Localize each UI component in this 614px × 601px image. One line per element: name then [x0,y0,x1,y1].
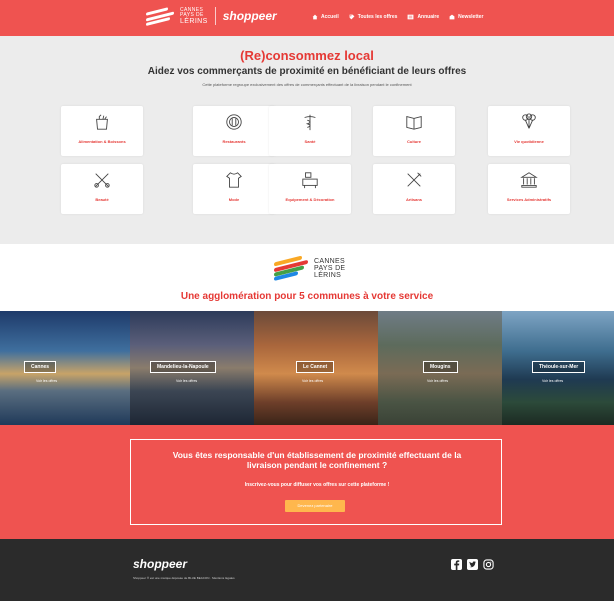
category-vie-quotidienne[interactable]: Vie quotidienne [488,106,570,156]
category-artisans[interactable]: Artisans [373,164,455,214]
town-le-cannet[interactable]: Le Cannet Voir les offres [254,311,378,425]
footer: shoppeer Shoppeer ® est une marque dépos… [0,539,614,601]
town-mougins[interactable]: Mougins Voir les offres [378,311,502,425]
tshirt-icon [226,172,242,188]
page: CANNES PAYS DE LÉRINS shoppeer Accueil T… [0,0,614,601]
cta-subtitle: Inscrivez-vous pour diffuser vos offres … [244,482,390,488]
main-nav: Accueil Toutes les offres Annuaire Newsl… [312,14,483,20]
nav-annuaire-label: Annuaire [417,14,440,20]
town-button[interactable]: Le Cannet [296,361,335,373]
brand-line3: LÉRINS [180,17,208,25]
category-label: Vie quotidienne [514,139,544,144]
town-link[interactable]: Voir les offres [176,379,197,383]
caduceus-icon [304,114,316,131]
agglo-title: Une agglomération pour 5 communes à votr… [180,291,434,302]
agglo-logo-text: CANNES PAYS DE LÉRINS [314,258,345,279]
category-label: Services Administratifs [506,197,552,202]
nav-accueil[interactable]: Accueil [312,14,339,20]
twitter-icon[interactable] [467,559,478,570]
directory-icon [408,14,414,20]
town-button[interactable]: Théoule-sur-Mer [532,361,586,373]
tools-icon [407,172,422,187]
government-building-icon [520,172,538,188]
agglo-logo-line1: CANNES [314,257,345,265]
footer-logo[interactable]: shoppeer [133,557,187,571]
town-mandelieu[interactable]: Mandelieu-la-Napoule Voir les offres [130,311,254,425]
agglo-logo-line3: LÉRINS [314,271,342,279]
town-link[interactable]: Voir les offres [427,379,448,383]
cta-title-line1: Vous êtes responsable d'un établissement… [172,450,462,460]
category-equipement[interactable]: Equipement & Décoration [269,164,351,214]
instagram-icon[interactable] [483,559,494,570]
top-header: CANNES PAYS DE LÉRINS shoppeer Accueil T… [0,0,614,36]
envelope-icon [449,14,455,20]
category-label: Culture [407,139,421,144]
hero-section: (Re)consommez local Aidez vos commerçant… [0,36,614,244]
furniture-icon [302,172,318,189]
hero-description: Cette plateforme regroupe exclusivement … [202,82,412,87]
category-sante[interactable]: Santé [269,106,351,156]
category-restaurants[interactable]: Restaurants [193,106,275,156]
category-alimentation[interactable]: Alimentation & Boissons [61,106,143,156]
town-button[interactable]: Mougins [423,361,458,373]
town-link[interactable]: Voir les offres [302,379,323,383]
town-cannes[interactable]: Cannes Voir les offres [0,311,130,425]
social-links [451,559,494,570]
category-culture[interactable]: Culture [373,106,455,156]
nav-offres[interactable]: Toutes les offres [349,14,398,20]
town-theoule[interactable]: Théoule-sur-Mer Voir les offres [502,311,614,425]
category-mode[interactable]: Mode [193,164,275,214]
nav-accueil-label: Accueil [321,14,339,20]
town-link[interactable]: Voir les offres [542,379,563,383]
scissors-comb-icon [94,173,110,188]
category-beaute[interactable]: Beauté [61,164,143,214]
towns-strip: Cannes Voir les offres Mandelieu-la-Napo… [0,311,614,425]
footer-note: Shoppeer ® est une marque déposée de BLU… [133,576,235,580]
category-label: Mode [228,197,240,202]
brand-cannes-text: CANNES PAYS DE LÉRINS [180,7,208,25]
brand-shoppeer: shoppeer [222,9,277,23]
agglo-stripes-icon [274,255,310,281]
brand-stripes-icon [146,6,176,26]
nav-offres-label: Toutes les offres [357,14,398,20]
home-icon [312,14,318,20]
balloons-icon [522,113,536,129]
book-icon [406,116,422,130]
hero-title: (Re)consommez local [240,48,374,63]
town-button[interactable]: Cannes [24,361,57,373]
nav-newsletter-label: Newsletter [458,14,484,20]
nav-annuaire[interactable]: Annuaire [407,14,439,20]
nav-newsletter[interactable]: Newsletter [449,14,483,20]
agglo-logo: CANNES PAYS DE LÉRINS [274,255,345,281]
cta-title-line2: livraison pendant le confinement ? [246,460,388,470]
plate-cutlery-icon [226,114,242,130]
category-label: Equipement & Décoration [285,197,335,202]
brand-divider [214,7,216,25]
town-button[interactable]: Mandelieu-la-Napoule [150,361,216,373]
category-label: Beauté [95,197,109,202]
category-services[interactable]: Services Administratifs [488,164,570,214]
category-label: Alimentation & Boissons [78,139,126,144]
brand-logo[interactable]: CANNES PAYS DE LÉRINS shoppeer [146,6,277,26]
category-label: Santé [304,139,316,144]
brand-line2: PAYS DE [180,11,204,18]
category-label: Artisans [405,197,422,202]
become-partner-button[interactable]: Devenez partenaire [285,500,345,512]
town-link[interactable]: Voir les offres [36,379,57,383]
hero-subtitle: Aidez vos commerçants de proximité en bé… [147,66,467,77]
agglo-logo-line2: PAYS DE [314,264,346,272]
cta-title: Vous êtes responsable d'un établissement… [131,450,503,470]
facebook-icon[interactable] [451,559,462,570]
cta-box: Vous êtes responsable d'un établissement… [130,439,502,525]
cta-section: Vous êtes responsable d'un établissement… [0,425,614,539]
tag-icon [349,14,355,20]
category-label: Restaurants [222,139,246,144]
grocery-bag-icon [96,114,108,130]
